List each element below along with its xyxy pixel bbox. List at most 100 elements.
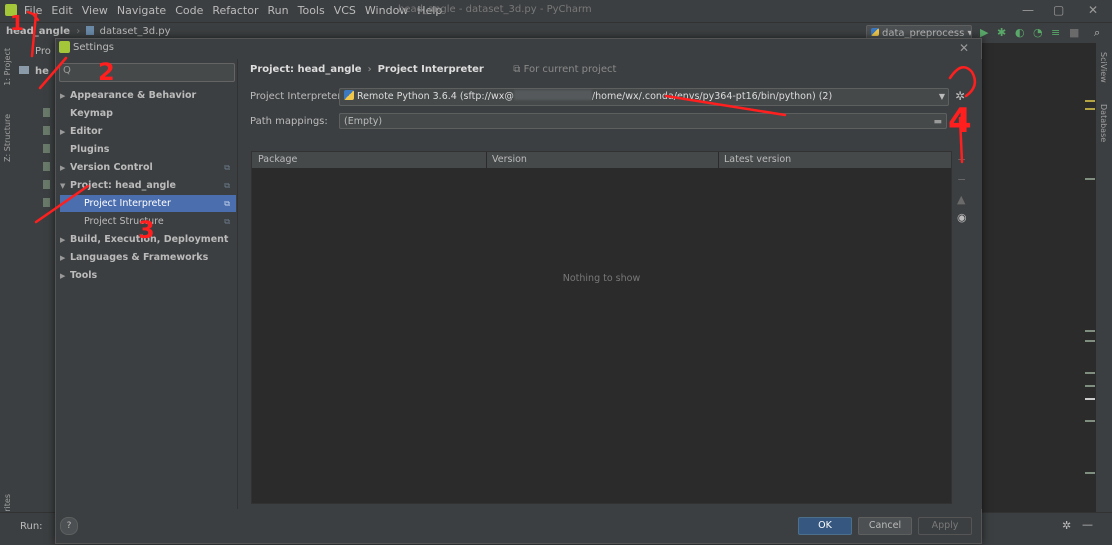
upgrade-package-icon[interactable]: ▲ — [957, 193, 965, 206]
project-root[interactable]: he — [35, 66, 49, 77]
menu-run[interactable]: Run — [268, 4, 289, 17]
sciview-tool-tab[interactable]: SciView — [1099, 52, 1108, 83]
expand-arrow-icon: ▶ — [60, 254, 66, 262]
editor-marker[interactable] — [1085, 330, 1095, 332]
search-icon: Q — [63, 65, 71, 76]
project-scope-icon: ⧉ — [224, 217, 230, 226]
editor-marker[interactable] — [1085, 398, 1095, 400]
pycharm-logo-icon — [5, 4, 17, 16]
project-scope-icon: ⧉ — [224, 199, 230, 208]
close-window-icon[interactable]: ✕ — [1088, 3, 1098, 17]
tree-item-appearance[interactable]: ▶ Appearance & Behavior — [60, 87, 236, 104]
stop-icon[interactable]: ■ — [1069, 26, 1079, 39]
tree-item-label: Tools — [70, 270, 98, 281]
help-button[interactable]: ? — [60, 517, 78, 535]
menu-bar: File Edit View Navigate Code Refactor Ru… — [0, 0, 1112, 22]
tree-item-label: Version Control — [70, 162, 153, 173]
menu-file[interactable]: File — [24, 4, 42, 17]
maximize-icon[interactable]: ▢ — [1053, 3, 1064, 17]
menu-refactor[interactable]: Refactor — [212, 4, 258, 17]
tree-item-label: Project: head_angle — [70, 180, 176, 191]
path-mappings-value: (Empty) — [344, 116, 383, 127]
tree-item-build[interactable]: ▶ Build, Execution, Deployment — [60, 231, 236, 248]
show-early-releases-eye-icon[interactable]: ◉ — [957, 211, 967, 224]
left-tool-stripe: 1: Project Z: Structure 2: Favorites — [0, 42, 16, 544]
path-mappings-field[interactable]: (Empty) ▬ — [339, 113, 947, 129]
hide-icon[interactable]: — — [1082, 518, 1093, 531]
project-panel: Pro he — [15, 42, 55, 512]
tree-item-plugins[interactable]: Plugins — [60, 141, 236, 158]
column-latest-version[interactable]: Latest version — [724, 152, 791, 168]
editor-marker[interactable] — [1085, 372, 1095, 374]
add-package-icon[interactable]: + — [957, 153, 966, 166]
interpreter-settings-gear-icon[interactable]: ✲ — [951, 87, 969, 105]
debug-icon[interactable]: ✱ — [997, 26, 1006, 39]
tree-item-label: Build, Execution, Deployment — [70, 234, 229, 245]
tree-item-keymap[interactable]: Keymap — [60, 105, 236, 122]
window-title: head_angle - dataset_3d.py - PyCharm — [398, 4, 592, 15]
profile-icon[interactable]: ◔ — [1033, 26, 1043, 39]
settings-content: Project: head_angle › Project Interpreter … — [237, 59, 982, 509]
apply-button[interactable]: Apply — [918, 517, 972, 535]
interpreter-select[interactable]: Remote Python 3.6.4 (sftp://wx@ /home/wx/… — [339, 88, 949, 106]
concurrency-icon[interactable]: ≡ — [1051, 26, 1060, 39]
tree-item-version-control[interactable]: ▶ Version Control ⧉ — [60, 159, 236, 176]
file-icon — [43, 162, 50, 171]
editor-marker[interactable] — [1085, 420, 1095, 422]
expand-arrow-icon: ▶ — [60, 236, 66, 244]
minimize-icon[interactable]: — — [1022, 3, 1034, 17]
project-scope-icon: ⧉ — [513, 64, 524, 75]
structure-tool-tab[interactable]: Z: Structure — [3, 114, 12, 162]
remove-package-icon[interactable]: − — [957, 173, 966, 186]
nav-file[interactable]: dataset_3d.py — [100, 26, 171, 37]
editor-marker[interactable] — [1085, 178, 1095, 180]
menu-tools[interactable]: Tools — [298, 4, 325, 17]
tree-item-tools[interactable]: ▶ Tools — [60, 267, 236, 284]
dialog-title-bar[interactable]: Settings ✕ — [56, 39, 981, 59]
database-tool-tab[interactable]: Database — [1099, 104, 1108, 142]
file-icon — [43, 144, 50, 153]
tree-item-project-interpreter[interactable]: Project Interpreter ⧉ — [60, 195, 236, 212]
chevron-right-icon: › — [367, 64, 372, 75]
menu-view[interactable]: View — [82, 4, 108, 17]
project-tool-tab[interactable]: 1: Project — [3, 48, 12, 86]
menu-items: File Edit View Navigate Code Refactor Ru… — [24, 4, 442, 17]
menu-vcs[interactable]: VCS — [334, 4, 356, 17]
editor-marker[interactable] — [1085, 472, 1095, 474]
close-icon[interactable]: ✕ — [959, 41, 969, 55]
tree-item-project[interactable]: ▼ Project: head_angle ⧉ — [60, 177, 236, 194]
cancel-button[interactable]: Cancel — [858, 517, 912, 535]
nav-project[interactable]: head_angle — [6, 26, 70, 37]
empty-state-text: Nothing to show — [562, 273, 641, 284]
ok-button[interactable]: OK — [798, 517, 852, 535]
settings-breadcrumb: Project: head_angle › Project Interpreter … — [250, 64, 616, 75]
tree-item-editor[interactable]: ▶ Editor — [60, 123, 236, 140]
menu-code[interactable]: Code — [175, 4, 203, 17]
menu-navigate[interactable]: Navigate — [117, 4, 166, 17]
nav-breadcrumb: head_angle › dataset_3d.py — [6, 26, 171, 37]
editor-marker[interactable] — [1085, 108, 1095, 110]
column-package[interactable]: Package — [258, 152, 297, 168]
chevron-right-icon: › — [76, 26, 81, 37]
column-version[interactable]: Version — [492, 152, 527, 168]
menu-edit[interactable]: Edit — [51, 4, 72, 17]
gear-icon[interactable]: ✲ — [1062, 519, 1071, 532]
python-icon — [871, 28, 879, 36]
package-table-header: Package Version Latest version — [252, 152, 951, 168]
expand-arrow-icon: ▼ — [60, 182, 66, 190]
search-everywhere-icon[interactable]: ⌕ — [1094, 26, 1100, 40]
project-scope-icon: ⧉ — [224, 181, 230, 190]
settings-search-input[interactable]: Q — [59, 63, 235, 82]
editor-marker[interactable] — [1085, 100, 1095, 102]
python-icon — [344, 90, 354, 100]
scope-hint-text: For current project — [523, 64, 617, 75]
editor-marker[interactable] — [1085, 385, 1095, 387]
tree-item-languages[interactable]: ▶ Languages & Frameworks — [60, 249, 236, 266]
folder-icon[interactable]: ▬ — [933, 114, 942, 130]
coverage-icon[interactable]: ◐ — [1015, 26, 1025, 39]
package-table[interactable]: Package Version Latest version Nothing t… — [251, 151, 952, 504]
project-scope-icon: ⧉ — [224, 163, 230, 172]
tree-item-project-structure[interactable]: Project Structure ⧉ — [60, 213, 236, 230]
expand-arrow-icon: ▶ — [60, 164, 66, 172]
editor-marker[interactable] — [1085, 340, 1095, 342]
